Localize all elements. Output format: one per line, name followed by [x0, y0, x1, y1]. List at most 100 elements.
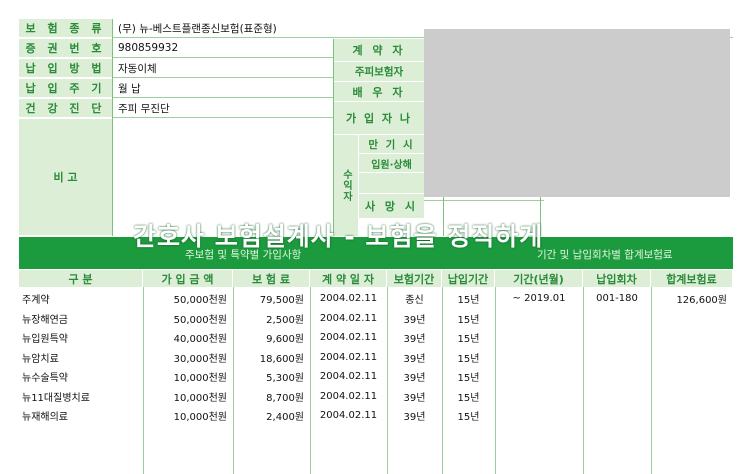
value-payment-cycle: 월 납 [113, 79, 333, 98]
table-cell: 뉴장해연금 [22, 314, 68, 326]
table-cell: 15년 [457, 314, 480, 326]
table-cell [583, 309, 651, 329]
table-row: 뉴11대질병치료 10,000천원 8,700원 2004.02.11 39년 15년 [19, 387, 733, 407]
table-cell [495, 387, 583, 407]
table-cell: ~ 2019.01 [512, 293, 566, 305]
table-cell [495, 328, 583, 348]
value-health-check: 주피 무진단 [113, 99, 333, 118]
header-payment-period: 납입기간 [442, 270, 495, 287]
table-cell: 뉴입원특약 [22, 334, 68, 346]
table-cell [651, 309, 733, 329]
table-cell: 001-180 [596, 293, 638, 305]
table-cell: 2004.02.11 [319, 332, 378, 344]
table-cell: 15년 [457, 353, 480, 365]
table-cell: 2004.02.11 [319, 351, 378, 363]
header-contract-date: 계 약 일 자 [310, 270, 387, 287]
table-cell: 50,000천원 [173, 314, 227, 326]
label-policy-number: 증 권 번 호 [19, 39, 112, 58]
table-cell: 39년 [403, 353, 426, 365]
table-cell: 종신 [405, 295, 424, 307]
table-cell: 50,000천원 [173, 295, 227, 307]
table-cell [651, 367, 733, 387]
label-insurance-type: 보 험 종 류 [19, 19, 112, 38]
label-hospital: 입원·상해 [359, 154, 424, 172]
banner-subtitle-left: 주보험 및 특약별 가입사항 [185, 249, 302, 261]
table-row: 뉴장해연금 50,000천원 2,500원 2004.02.11 39년 15년 [19, 309, 733, 329]
table-row: 뉴재해의료 10,000천원 2,400원 2004.02.11 39년 15년 [19, 406, 733, 426]
table-cell: 2004.02.11 [319, 390, 378, 402]
table-cell: 15년 [457, 334, 480, 346]
table-row: 뉴수술특약 10,000천원 5,300원 2004.02.11 39년 15년 [19, 367, 733, 387]
table-cell [495, 348, 583, 368]
label-payment-cycle: 납 입 주 기 [19, 79, 112, 98]
table-cell: 39년 [403, 373, 426, 385]
table-cell: 39년 [403, 412, 426, 424]
label-health-check: 건 강 진 단 [19, 99, 112, 118]
table-cell: 39년 [403, 334, 426, 346]
table-cell [651, 328, 733, 348]
table-cell [583, 387, 651, 407]
table-cell: 40,000천원 [173, 334, 227, 346]
label-contractor: 계 약 자 [334, 39, 424, 61]
header-payment-count: 납입회차 [583, 270, 651, 287]
header-premium: 보 험 료 [233, 270, 310, 287]
table-cell: 39년 [403, 392, 426, 404]
table-cell: 뉴수술특약 [22, 373, 68, 385]
table-cell: 79,500원 [259, 295, 304, 307]
table-cell: 2004.02.11 [319, 293, 378, 305]
header-category: 구 분 [19, 270, 143, 287]
label-spouse: 배 우 자 [334, 82, 424, 101]
table-cell: 뉴11대질병치료 [22, 392, 90, 404]
label-maturity: 만 기 시 [359, 135, 424, 153]
table-cell: 2004.02.11 [319, 312, 378, 324]
table-cell [583, 328, 651, 348]
table-cell: 15년 [457, 295, 480, 307]
table-cell: 18,600원 [259, 353, 304, 365]
value-policy-number: 980859932 [113, 39, 333, 58]
label-payment-method: 납 입 방 법 [19, 59, 112, 78]
table-cell: 2004.02.11 [319, 371, 378, 383]
table-row: 뉴암치료 30,000천원 18,600원 2004.02.11 39년 15년 [19, 348, 733, 368]
table-cell: 5,300원 [266, 373, 304, 385]
table-cell [495, 367, 583, 387]
header-coverage-amount: 가 입 금 액 [143, 270, 233, 287]
table-row: 주계약 50,000천원 79,500원 2004.02.11 종신 15년 ~ 2019.… [19, 289, 733, 309]
table-cell: 2,400원 [266, 412, 304, 424]
banner-subtitle-right: 기간 및 납입회차별 합계보험료 [537, 249, 673, 261]
table-cell: 10,000천원 [173, 412, 227, 424]
table-cell: 뉴재해의료 [22, 412, 68, 424]
table-row: 뉴입원특약 40,000천원 9,600원 2004.02.11 39년 15년 [19, 328, 733, 348]
table-cell: 2,500원 [266, 314, 304, 326]
value-payment-method: 자동이체 [113, 59, 333, 78]
table-cell [651, 406, 733, 426]
table-cell: 뉴암치료 [22, 353, 59, 365]
header-insurance-period: 보험기간 [387, 270, 442, 287]
table-cell [651, 348, 733, 368]
table-cell [583, 367, 651, 387]
divider [112, 19, 113, 236]
table-cell: 15년 [457, 412, 480, 424]
table-cell: 30,000천원 [173, 353, 227, 365]
table-cell [583, 348, 651, 368]
label-remarks: 비 고 [19, 119, 112, 236]
table-cell: 126,600원 [676, 295, 727, 307]
table-cell: 8,700원 [266, 392, 304, 404]
table-cell [495, 309, 583, 329]
table-cell: 주계약 [22, 295, 50, 307]
table-cell: 15년 [457, 392, 480, 404]
table-cell [495, 406, 583, 426]
table-cell: 39년 [403, 314, 426, 326]
header-total-premium: 합계보험료 [651, 270, 733, 287]
label-blank [359, 173, 424, 193]
redacted-personal-info [424, 29, 730, 197]
coverage-table: 구 분가 입 금 액보 험 료계 약 일 자 보험기간 납입기간 기간(년월) 납입회차… [19, 270, 733, 474]
table-cell [583, 406, 651, 426]
label-death: 사 망 시 [359, 194, 424, 218]
table-cell [651, 387, 733, 407]
table-cell: 9,600원 [266, 334, 304, 346]
table-cell: 10,000천원 [173, 392, 227, 404]
divider [424, 200, 544, 201]
label-subscriber: 가 입 자 나 [334, 102, 424, 134]
header-period-ym: 기간(년월) [495, 270, 583, 287]
label-insured: 주피보험자 [334, 62, 424, 81]
